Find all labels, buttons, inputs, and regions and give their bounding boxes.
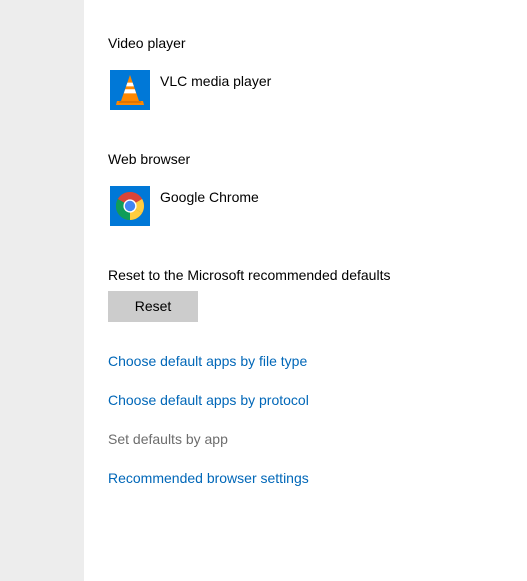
video-player-app-button[interactable]: VLC media player [108, 70, 368, 112]
chrome-icon [116, 192, 144, 220]
vlc-cone-icon [116, 75, 144, 105]
choose-by-file-type-link[interactable]: Choose default apps by file type [108, 352, 307, 370]
recommended-browser-settings-link[interactable]: Recommended browser settings [108, 469, 309, 487]
vlc-tile [110, 70, 150, 110]
web-browser-heading: Web browser [108, 151, 191, 167]
default-apps-page: Video player VLC media player Web browse… [0, 0, 527, 581]
choose-by-protocol-link[interactable]: Choose default apps by protocol [108, 391, 309, 409]
video-player-heading: Video player [108, 35, 186, 51]
web-browser-app-name: Google Chrome [160, 189, 259, 205]
set-defaults-by-app-link[interactable]: Set defaults by app [108, 430, 228, 448]
video-player-app-name: VLC media player [160, 73, 272, 89]
web-browser-app-button[interactable]: Google Chrome [108, 186, 368, 228]
chrome-tile [110, 186, 150, 226]
reset-heading: Reset to the Microsoft recommended defau… [108, 267, 391, 283]
reset-button[interactable]: Reset [108, 291, 198, 322]
navigation-pane [0, 0, 84, 581]
default-apps-content: Video player VLC media player Web browse… [108, 0, 508, 581]
